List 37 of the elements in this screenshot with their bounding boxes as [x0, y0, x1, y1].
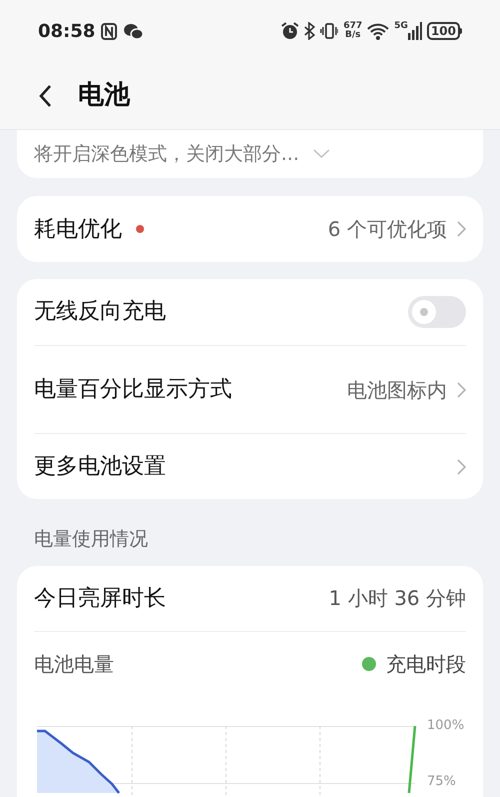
optimization-row[interactable]: 耗电优化 6 个可优化项 [17, 196, 483, 262]
bluetooth-icon [304, 22, 316, 40]
chat-icon [123, 22, 144, 40]
axis-label: 100% [427, 718, 464, 734]
row-label: 电量百分比显示方式 [34, 376, 233, 404]
chart-title: 电池电量 [34, 650, 114, 678]
page-title: 电池 [78, 79, 130, 112]
legend-label: 充电时段 [386, 650, 466, 678]
row-value: 1 小时 36 分钟 [328, 585, 466, 612]
settings-row[interactable]: 无线反向充电 [34, 279, 466, 345]
charging-line [408, 726, 416, 793]
network-speed-unit: B/s [345, 31, 361, 40]
chevron-right-icon [457, 382, 466, 398]
battery-indicator: 100 [426, 22, 462, 40]
vibrate-icon [320, 22, 338, 40]
row-label: 今日亮屏时长 [34, 584, 166, 612]
nfc-icon [101, 22, 118, 40]
signal-icon [408, 22, 422, 40]
network-type: 5G [394, 22, 408, 31]
row-value: 电池图标内 [347, 376, 447, 404]
settings-row[interactable]: 更多电池设置 [34, 433, 466, 499]
description-text: 将开启深色模式，关闭大部分... [34, 142, 300, 167]
network-speed: 677 [343, 22, 362, 31]
row-label: 耗电优化 [34, 216, 122, 244]
status-time: 08:58 [38, 20, 96, 44]
alarm-clock-icon [281, 22, 300, 40]
row-label: 更多电池设置 [34, 452, 166, 480]
chevron-right-icon [457, 458, 466, 474]
toggle-switch[interactable] [408, 296, 466, 328]
section-title: 电量使用情况 [33, 527, 149, 552]
settings-row[interactable]: 电量百分比显示方式 电池图标内 [34, 345, 466, 433]
axis-label: 75% [427, 774, 457, 790]
row-value: 6 个可优化项 [328, 216, 447, 243]
wifi-icon [367, 22, 390, 40]
chevron-down-icon [313, 149, 330, 159]
row-label: 无线反向充电 [34, 298, 166, 326]
chevron-right-icon [457, 221, 466, 237]
